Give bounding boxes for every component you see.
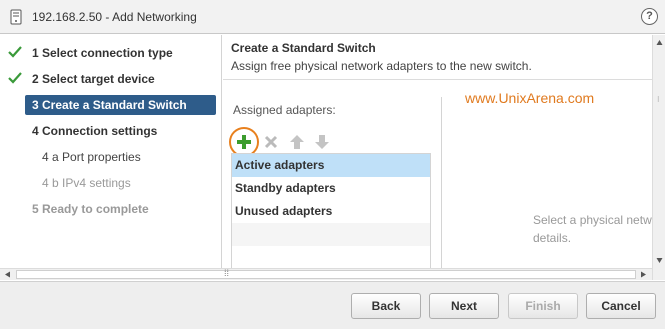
next-button[interactable]: Next <box>429 293 499 319</box>
assigned-adapters-label: Assigned adapters: <box>233 103 336 117</box>
details-line-1: Select a physical netw <box>533 213 652 227</box>
list-item-unused-adapters[interactable]: Unused adapters <box>232 200 430 223</box>
step-label: 3 Create a Standard Switch <box>32 98 187 112</box>
step-ipv4-settings: 4 b IPv4 settings <box>0 173 222 193</box>
cancel-button[interactable]: Cancel <box>586 293 656 319</box>
finish-button: Finish <box>508 293 578 319</box>
step-label: 4 b IPv4 settings <box>42 176 131 190</box>
scroll-down-icon[interactable] <box>656 257 663 264</box>
help-icon[interactable]: ? <box>641 8 658 25</box>
header-divider <box>223 79 653 80</box>
scroll-up-icon[interactable] <box>656 39 663 46</box>
remove-icon <box>264 135 278 149</box>
watermark-text: www.UnixArena.com <box>465 90 595 106</box>
add-adapter-button[interactable] <box>229 127 259 157</box>
move-up-button[interactable] <box>288 133 306 151</box>
step-label: 5 Ready to complete <box>32 202 149 216</box>
details-placeholder: Select a physical netw details. <box>533 211 652 247</box>
list-item-standby-adapters[interactable]: Standby adapters <box>232 177 430 200</box>
panel-divider <box>441 97 442 280</box>
window-titlebar: 192.168.2.50 - Add Networking ? <box>0 0 665 34</box>
wizard-steps-sidebar: 1 Select connection type 2 Select target… <box>0 35 222 280</box>
details-line-2: details. <box>533 231 572 245</box>
check-icon <box>8 72 22 84</box>
check-icon <box>8 46 22 58</box>
scroll-right-icon[interactable] <box>640 271 647 278</box>
step-create-standard-switch[interactable]: 3 Create a Standard Switch <box>25 95 216 115</box>
resize-grip-icon[interactable]: ⁞⁞ <box>224 268 229 278</box>
page-title: Create a Standard Switch <box>231 41 376 55</box>
scroll-grip-icon: ⁝ <box>657 95 659 104</box>
remove-adapter-button[interactable] <box>262 133 280 151</box>
step-connection-settings[interactable]: 4 Connection settings <box>0 121 222 141</box>
step-select-target-device[interactable]: 2 Select target device <box>0 69 222 89</box>
step-label: 1 Select connection type <box>32 46 173 60</box>
step-ready-to-complete: 5 Ready to complete <box>0 199 222 219</box>
step-label: 2 Select target device <box>32 72 155 86</box>
wizard-footer: Back Next Finish Cancel <box>0 281 665 329</box>
step-label: 4 a Port properties <box>42 150 141 164</box>
back-button[interactable]: Back <box>351 293 421 319</box>
list-item-empty <box>232 223 430 246</box>
step-label: 4 Connection settings <box>32 124 158 138</box>
scroll-left-icon[interactable] <box>4 271 11 278</box>
vertical-scrollbar[interactable]: ⁝ <box>652 35 665 280</box>
page-subtitle: Assign free physical network adapters to… <box>231 59 532 73</box>
list-item-active-adapters[interactable]: Active adapters <box>232 154 430 177</box>
move-down-icon <box>315 135 329 149</box>
horizontal-scrollbar[interactable]: ⁞⁞ <box>0 268 652 280</box>
main-content: Create a Standard Switch Assign free phy… <box>223 35 665 280</box>
adapter-list: Active adapters Standby adapters Unused … <box>231 153 431 271</box>
step-port-properties[interactable]: 4 a Port properties <box>0 147 222 167</box>
step-select-connection-type[interactable]: 1 Select connection type <box>0 43 222 63</box>
window-title: 192.168.2.50 - Add Networking <box>32 10 197 24</box>
move-down-button[interactable] <box>313 133 331 151</box>
move-up-icon <box>290 135 304 149</box>
scroll-thumb[interactable] <box>16 270 636 279</box>
host-icon <box>10 9 22 25</box>
